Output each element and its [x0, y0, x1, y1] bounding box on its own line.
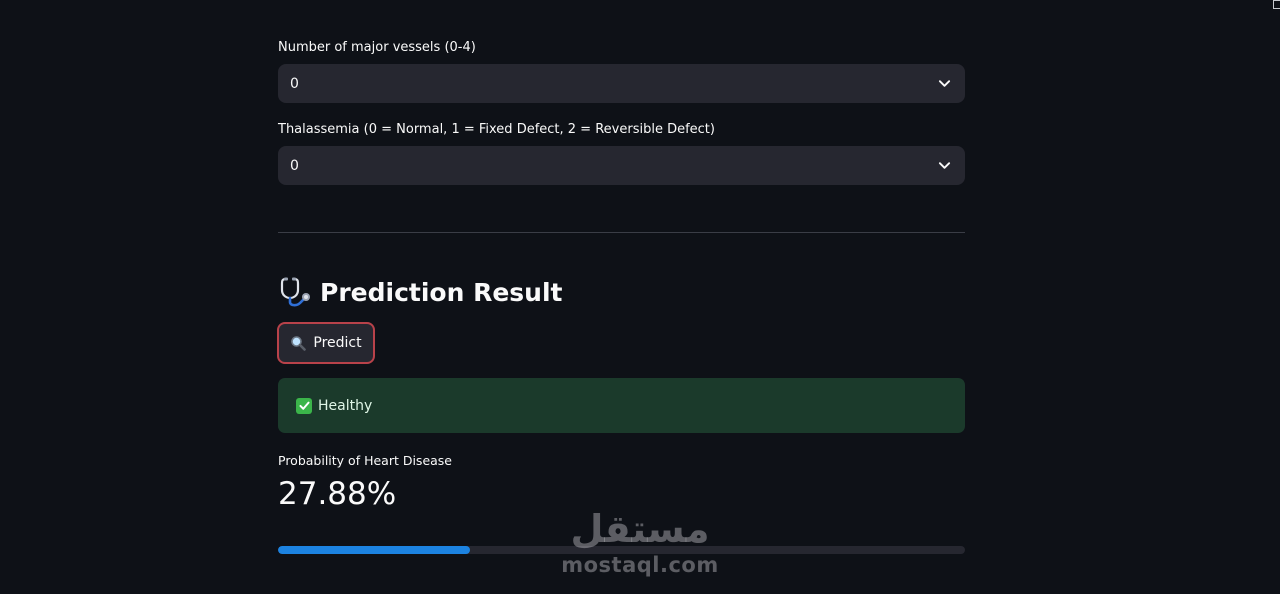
prediction-result-heading: Prediction Result	[278, 274, 563, 310]
success-alert: Healthy	[278, 378, 965, 433]
section-divider	[278, 232, 965, 233]
thalassemia-select-value: 0	[290, 157, 299, 174]
metric-label: Probability of Heart Disease	[278, 453, 452, 468]
vessels-label: Number of major vessels (0-4)	[278, 40, 476, 55]
chevron-down-icon	[938, 162, 951, 169]
thalassemia-label: Thalassemia (0 = Normal, 1 = Fixed Defec…	[278, 122, 715, 137]
vessels-select-value: 0	[290, 75, 299, 92]
alert-text: Healthy	[318, 397, 373, 414]
predict-button-label: Predict	[313, 335, 362, 351]
probability-progress-bar	[278, 546, 965, 554]
stethoscope-icon	[280, 277, 310, 307]
watermark-url: mostaql.com	[561, 553, 719, 577]
chevron-down-icon	[938, 80, 951, 87]
metric-value: 27.88%	[278, 476, 397, 512]
predict-button[interactable]: Predict	[277, 322, 375, 364]
thalassemia-select[interactable]: 0	[278, 146, 965, 185]
vessels-select[interactable]: 0	[278, 64, 965, 103]
watermark-logo: مستقل mostaql.com	[560, 505, 720, 585]
magnifier-icon	[291, 336, 307, 351]
check-mark-icon	[296, 397, 312, 414]
page-title: Prediction Result	[320, 277, 563, 307]
app-page: Number of major vessels (0-4) 0 Thalasse…	[0, 0, 1280, 594]
progress-fill	[278, 546, 470, 554]
window-corner-indicator	[1273, 0, 1280, 9]
